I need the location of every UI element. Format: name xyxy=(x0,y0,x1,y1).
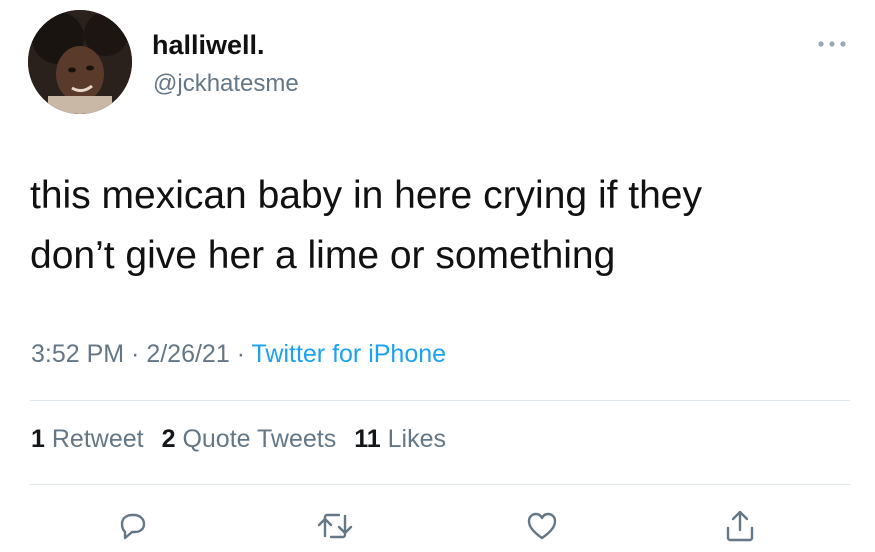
share-button[interactable] xyxy=(720,506,760,546)
action-bar xyxy=(0,506,875,546)
tweet-time[interactable]: 3:52 PM xyxy=(31,340,124,368)
retweets-label: Retweet xyxy=(51,425,144,453)
like-button[interactable] xyxy=(522,506,562,546)
meta-separator: · xyxy=(124,340,147,368)
divider xyxy=(30,400,850,401)
reply-icon xyxy=(120,513,146,540)
retweets-count: 1 xyxy=(31,425,45,453)
profile-photo-icon xyxy=(28,10,132,114)
tweet-source-link[interactable]: Twitter for iPhone xyxy=(252,340,447,368)
likes-stat[interactable]: 11 Likes xyxy=(354,425,446,454)
share-icon xyxy=(726,510,754,542)
user-handle[interactable]: @jckhatesme xyxy=(153,70,299,98)
tweet-text-line: this mexican baby in here crying if they xyxy=(30,174,702,217)
tweet-date[interactable]: 2/26/21 xyxy=(146,340,229,368)
reply-button[interactable] xyxy=(112,506,152,546)
tweet-meta: 3:52 PM · 2/26/21 · Twitter for iPhone xyxy=(31,340,446,369)
divider xyxy=(30,484,850,485)
retweets-stat[interactable]: 1 Retweet xyxy=(31,425,144,454)
more-button[interactable] xyxy=(814,34,850,54)
likes-label: Likes xyxy=(387,425,446,453)
retweet-icon xyxy=(317,513,353,539)
display-name[interactable]: halliwell. xyxy=(152,30,265,61)
more-dots-icon xyxy=(818,41,846,47)
tweet-text-line: don’t give her a lime or something xyxy=(30,234,616,277)
likes-count: 11 xyxy=(354,425,381,453)
meta-separator: · xyxy=(229,340,252,368)
quote-tweets-label: Quote Tweets xyxy=(182,425,337,453)
tweet-stats: 1 Retweet 2 Quote Tweets 11 Likes xyxy=(31,425,446,454)
quote-tweets-count: 2 xyxy=(161,425,176,453)
tweet-text: this mexican baby in here crying if they… xyxy=(30,166,850,286)
quote-tweets-stat[interactable]: 2 Quote Tweets xyxy=(162,425,337,454)
avatar[interactable] xyxy=(28,10,132,114)
retweet-button[interactable] xyxy=(315,506,355,546)
like-icon xyxy=(527,512,557,540)
